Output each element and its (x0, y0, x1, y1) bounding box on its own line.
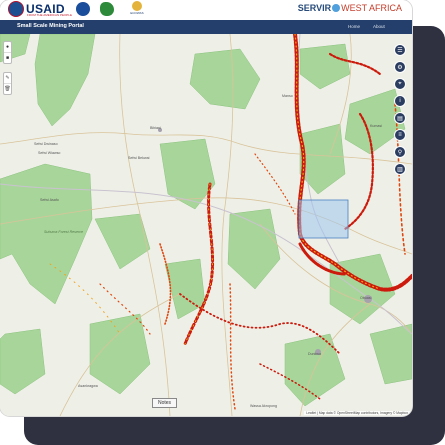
place-label: Obuasi (360, 296, 372, 300)
portal-window: USAID FROM THE AMERICAN PEOPLE ECOWAS SE… (0, 0, 412, 416)
partner-logo: ECOWAS (127, 1, 147, 19)
logo-bar: USAID FROM THE AMERICAN PEOPLE ECOWAS SE… (0, 0, 412, 20)
partner-logo-icon (132, 1, 142, 11)
place-label: Wassa Akropong (250, 404, 278, 408)
forest-label: Suhuma Forest Reserve (44, 230, 83, 234)
portal-title[interactable]: Small Scale Mining Portal (17, 23, 84, 29)
place-label: Asankragwa (78, 384, 98, 388)
nav-about-link[interactable]: About (373, 24, 385, 29)
map-canvas[interactable]: Sefwi Dwinaso Sefwi Wiawso Sefwi Bekwai … (0, 34, 412, 416)
filter-icon[interactable]: ⚲ (394, 146, 406, 158)
usaid-tagline: FROM THE AMERICAN PEOPLE (27, 13, 72, 17)
partner-logo-label: ECOWAS (130, 11, 144, 15)
place-label: Sefwi Wiawso (38, 151, 61, 155)
nav-home-link[interactable]: Home (348, 24, 360, 29)
chart-icon[interactable]: ▤ (394, 112, 406, 124)
top-navbar: Small Scale Mining Portal Home About (0, 20, 412, 34)
place-label: Bibiani (150, 126, 161, 130)
notes-button[interactable]: Notes (152, 398, 178, 408)
list-icon[interactable]: ≡ (394, 129, 406, 141)
map-attribution[interactable]: Leaflet | Map data © OpenStreetMap contr… (304, 411, 410, 415)
draw-toolbar: ● ■ (3, 41, 12, 64)
servir-wordmark: SERVIR (297, 3, 332, 13)
place-label: Manso (282, 94, 293, 98)
place-label: Dunkwa (308, 352, 321, 356)
layers-icon[interactable]: ☰ (394, 44, 406, 56)
gear-icon[interactable]: ⚙ (394, 61, 406, 73)
draw-marker-button[interactable]: ● (4, 42, 11, 53)
servir-region: WEST AFRICA (341, 3, 402, 13)
legend-icon[interactable]: ▥ (394, 163, 406, 175)
globe-icon (332, 4, 341, 12)
delete-layer-button[interactable]: 🗑 (4, 84, 11, 94)
map-tools-panel: ☰ ⚙ ⌖ i ▤ ≡ ⚲ ▥ (393, 44, 407, 180)
edit-toolbar: ✎ 🗑 (3, 72, 12, 95)
nasa-logo-icon (76, 2, 90, 16)
place-label: Sefwi Asafo (40, 198, 59, 202)
place-label: Kumasi (370, 124, 382, 128)
usaid-seal-icon (8, 1, 24, 17)
draw-rectangle-button[interactable]: ■ (4, 53, 11, 63)
edit-layer-button[interactable]: ✎ (4, 73, 11, 84)
info-icon[interactable]: i (394, 95, 406, 107)
selected-area-box[interactable] (298, 199, 349, 239)
africa-map-logo-icon (100, 2, 114, 16)
basemap-graphic (0, 34, 412, 416)
servir-logo: SERVIR WEST AFRICA (298, 3, 402, 13)
map-pin-icon[interactable]: ⌖ (394, 78, 406, 90)
place-label: Sefwi Dwinaso (34, 142, 58, 146)
place-label: Sefwi Bekwai (128, 156, 150, 160)
